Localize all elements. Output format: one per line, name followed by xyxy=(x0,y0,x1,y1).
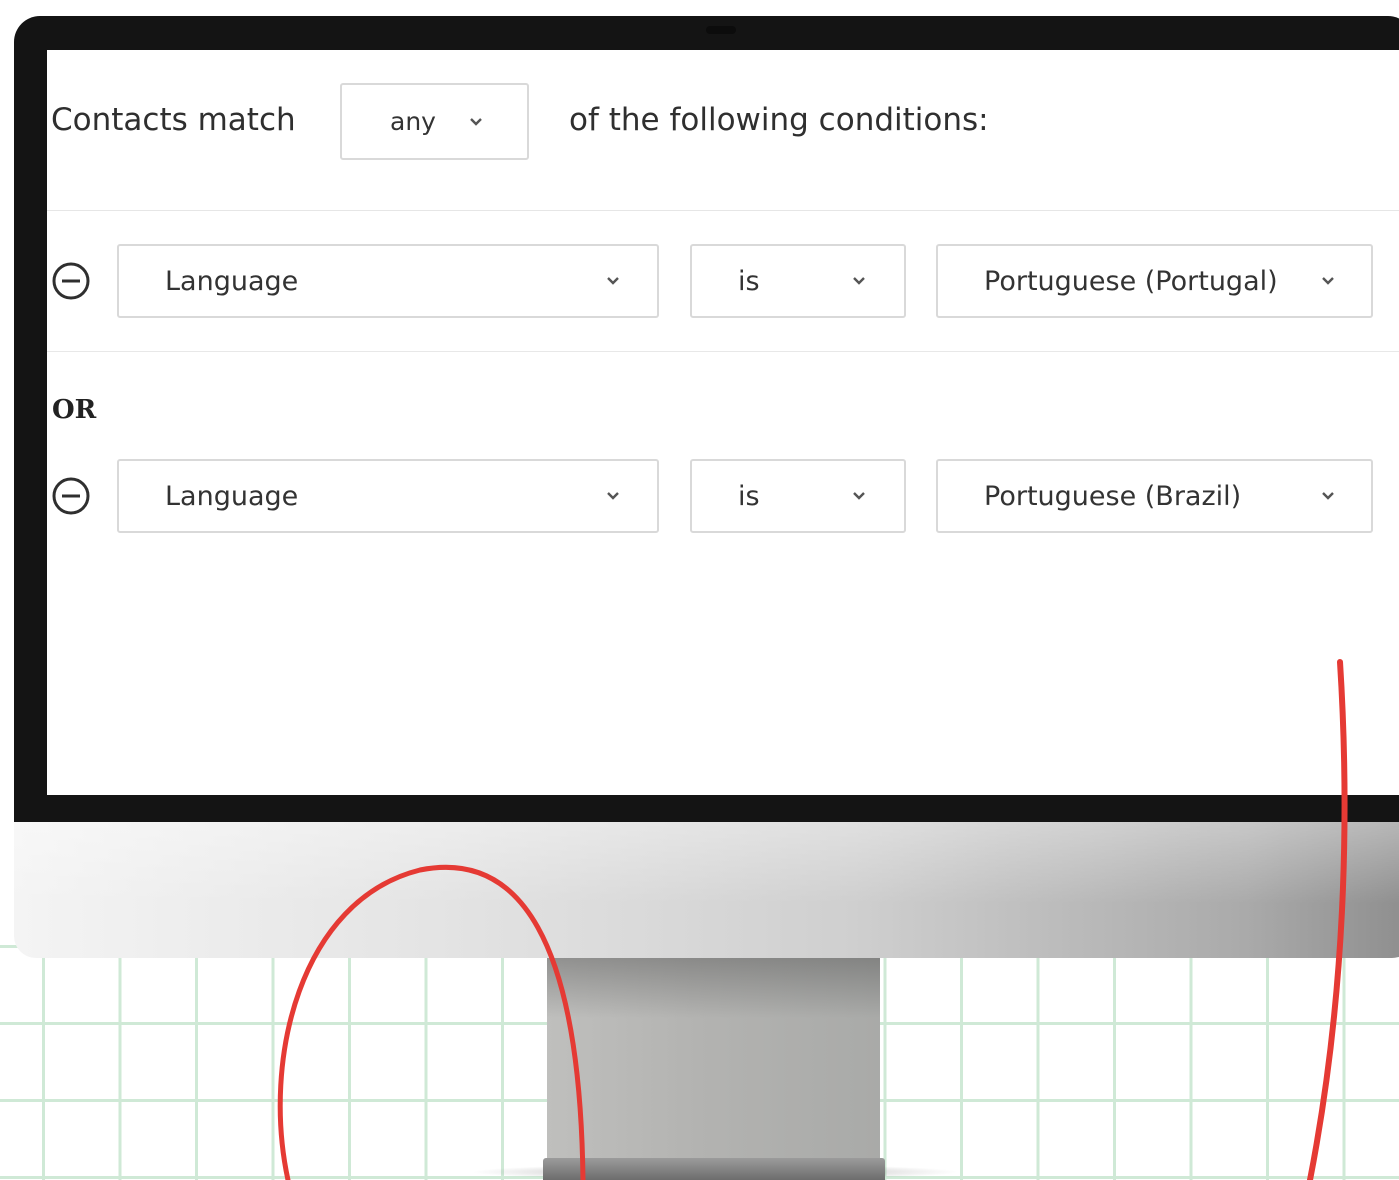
condition-operator-select[interactable]: is xyxy=(690,244,906,318)
minus-circle-icon[interactable] xyxy=(51,261,91,301)
minus-circle-icon[interactable] xyxy=(51,476,91,516)
condition-field-select[interactable]: Language xyxy=(117,459,659,533)
condition-field-value: Language xyxy=(165,480,299,512)
chevron-down-icon xyxy=(466,112,486,132)
chevron-down-icon xyxy=(603,486,623,506)
condition-operator-value: is xyxy=(738,265,760,297)
monitor-chin xyxy=(14,822,1399,958)
or-connector-label: OR xyxy=(52,395,97,425)
condition-divider xyxy=(47,351,1399,352)
condition-value: Portuguese (Brazil) xyxy=(984,480,1242,512)
condition-row-1: Language is Portuguese (Portugal) xyxy=(47,244,1399,318)
chevron-down-icon xyxy=(1318,486,1338,506)
segment-conditions-panel: Contacts match any of the following cond… xyxy=(47,50,1399,795)
match-suffix-label: of the following conditions: xyxy=(569,102,989,138)
condition-value: Portuguese (Portugal) xyxy=(984,265,1278,297)
match-prefix-label: Contacts match xyxy=(51,102,296,138)
chevron-down-icon xyxy=(1318,271,1338,291)
chevron-down-icon xyxy=(603,271,623,291)
match-header-row: Contacts match any of the following cond… xyxy=(47,50,1399,211)
monitor-stand xyxy=(547,958,880,1168)
condition-value-select[interactable]: Portuguese (Portugal) xyxy=(936,244,1373,318)
chevron-down-icon xyxy=(849,486,869,506)
camera-icon xyxy=(706,26,736,34)
condition-operator-value: is xyxy=(738,480,760,512)
match-type-value: any xyxy=(390,107,436,136)
match-type-select[interactable]: any xyxy=(340,83,529,160)
condition-operator-select[interactable]: is xyxy=(690,459,906,533)
condition-value-select[interactable]: Portuguese (Brazil) xyxy=(936,459,1373,533)
chevron-down-icon xyxy=(849,271,869,291)
monitor-foot xyxy=(543,1158,885,1180)
condition-row-2: Language is Portuguese (Brazil) xyxy=(47,459,1399,533)
condition-field-value: Language xyxy=(165,265,299,297)
condition-field-select[interactable]: Language xyxy=(117,244,659,318)
